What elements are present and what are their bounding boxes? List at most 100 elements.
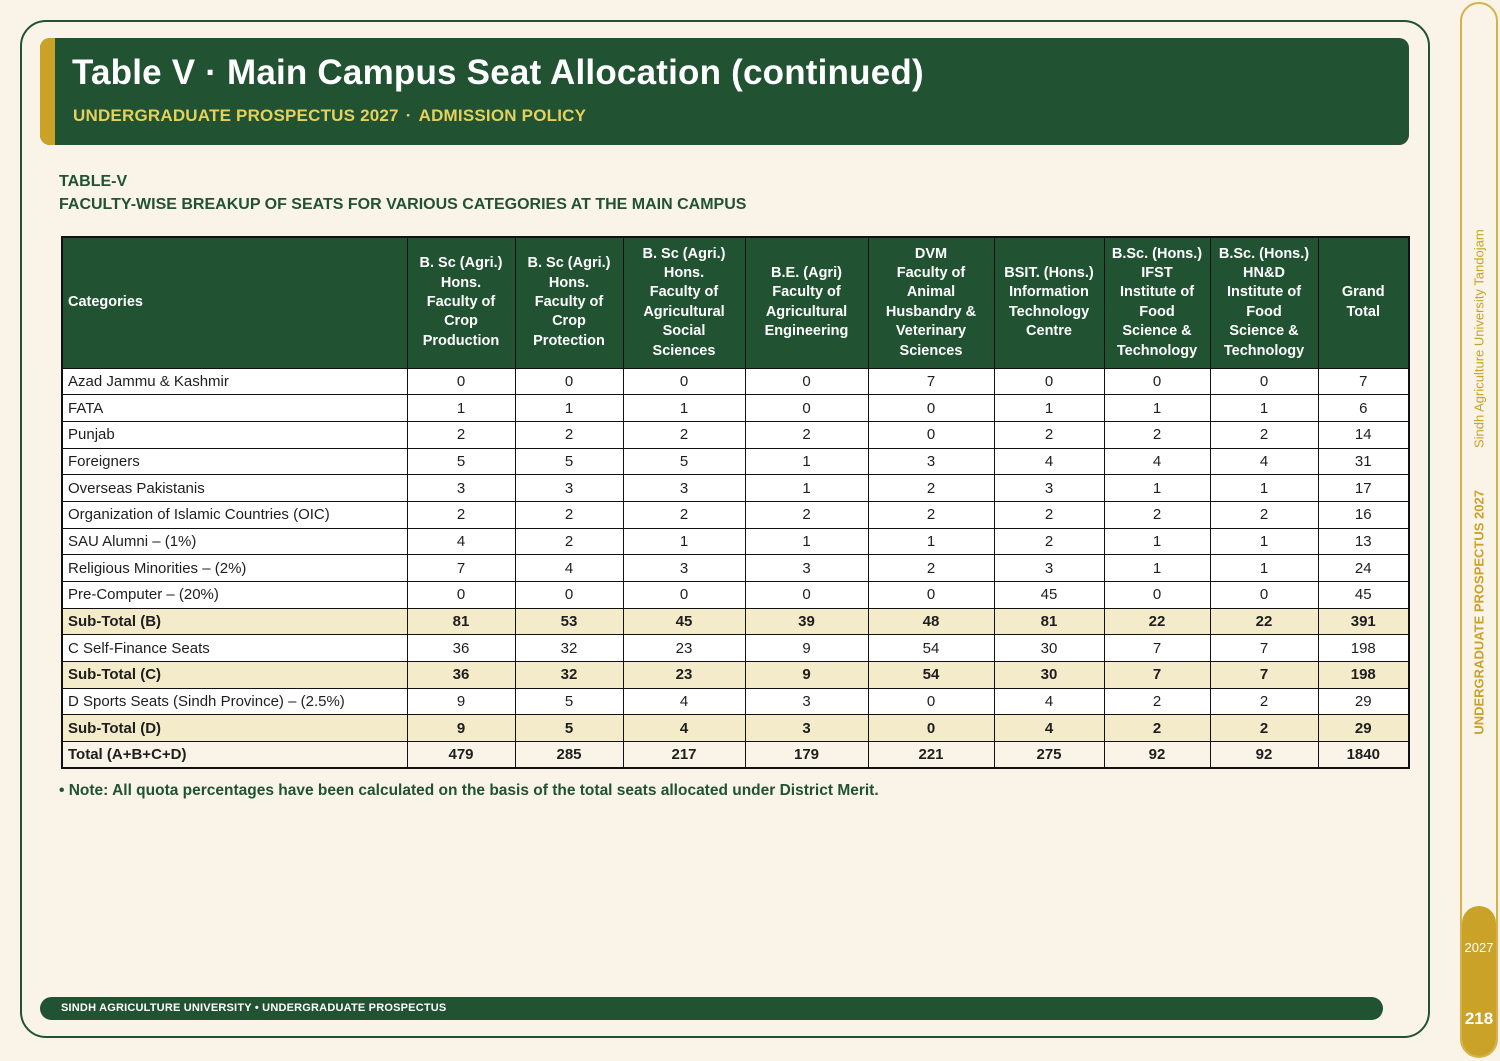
value-cell: 2	[1209, 500, 1319, 529]
value-cell: 9	[744, 661, 869, 689]
page-title: Table V · Main Campus Seat Allocation (c…	[72, 53, 924, 92]
value-cell: 29	[1317, 714, 1410, 743]
column-header-line: BSIT. (Hons.)	[1004, 264, 1094, 281]
value-cell: 2	[993, 527, 1105, 556]
value-cell: 2	[622, 500, 746, 529]
value-cell: 2	[867, 554, 995, 582]
subtotal-row: Sub-Total (C) 36 32 23 9 54 30 7 7 198	[61, 661, 1410, 689]
value-cell: 4	[993, 687, 1105, 716]
value-cell: 0	[406, 367, 516, 396]
value-cell: 5	[406, 447, 516, 476]
value-cell: 7	[1317, 367, 1410, 396]
column-header-line: Food	[1246, 303, 1282, 320]
subtitle-separator: ·	[405, 106, 412, 125]
value-cell: 1840	[1317, 741, 1410, 769]
value-cell: 5	[514, 447, 624, 476]
value-cell: 31	[1317, 447, 1410, 476]
value-cell: 179	[744, 741, 869, 769]
value-cell: 24	[1317, 554, 1410, 582]
category-cell: Sub-Total (C)	[61, 661, 408, 689]
value-cell: 1	[744, 474, 869, 502]
value-cell: 5	[622, 447, 746, 476]
table-row: Azad Jammu & Kashmir 0 0 0 0 7 0 0 0 7	[61, 367, 1410, 396]
column-header-line: Faculty of	[649, 284, 719, 301]
column-header-line: Technology	[1223, 342, 1305, 359]
column-header-line: Crop	[552, 313, 586, 330]
value-cell: 4	[406, 527, 516, 556]
value-cell: 9	[406, 714, 516, 743]
value-cell: 1	[1103, 554, 1211, 582]
value-cell: 45	[1317, 581, 1410, 609]
column-header-line: Categories	[68, 294, 143, 311]
column-header-line: Food	[1139, 303, 1175, 320]
value-cell: 54	[867, 661, 995, 689]
column-header-line: Hons.	[663, 264, 705, 281]
value-cell: 14	[1317, 420, 1410, 449]
column-header-line: Crop	[444, 313, 478, 330]
value-cell: 2	[514, 500, 624, 529]
column-header-line: Institute of	[1119, 284, 1195, 301]
value-cell: 0	[993, 367, 1105, 396]
value-cell: 22	[1209, 607, 1319, 636]
value-cell: 4	[514, 554, 624, 582]
value-cell: 4	[1103, 447, 1211, 476]
value-cell: 0	[1209, 581, 1319, 609]
subtotal-row: Sub-Total (B) 81 53 45 39 48 81 22 22 391	[61, 607, 1410, 636]
value-cell: 2	[993, 420, 1105, 449]
value-cell: 36	[406, 661, 516, 689]
value-cell: 92	[1103, 741, 1211, 769]
column-header-line: HN&D	[1243, 264, 1285, 281]
value-cell: 0	[1103, 367, 1211, 396]
column-header-line: IFST	[1141, 264, 1173, 281]
value-cell: 7	[1103, 661, 1211, 689]
value-cell: 0	[744, 394, 869, 422]
value-cell: 30	[993, 634, 1105, 663]
value-cell: 4	[622, 714, 746, 743]
value-cell: 5	[514, 687, 624, 716]
value-cell: 0	[867, 714, 995, 743]
value-cell: 48	[867, 607, 995, 636]
table-number: TABLE-V	[59, 173, 128, 190]
total-row: Total (A+B+C+D) 479 285 217 179 221 275 92 92 184…	[61, 741, 1410, 769]
table-row: FATA 1 1 1 0 0 1 1 1 6	[61, 394, 1410, 422]
table-row: Pre-Computer – (20%) 0 0 0 0 0 45 0 0 45	[61, 581, 1410, 609]
column-header-line: Grand	[1341, 284, 1385, 301]
value-cell: 3	[622, 474, 746, 502]
value-cell: 1	[1103, 394, 1211, 422]
banner-accent-stripe	[40, 38, 55, 145]
category-cell: Pre-Computer – (20%)	[61, 581, 408, 609]
table-caption: TABLE-V FACULTY-WISE BREAKUP OF SEATS FO…	[59, 170, 746, 216]
table-row: C Self-Finance Seats 36 32 23 9 54 30 7 7 198	[61, 634, 1410, 663]
footer-separator: •	[254, 1002, 259, 1014]
value-cell: 2	[1103, 687, 1211, 716]
value-cell: 1	[622, 394, 746, 422]
value-cell: 16	[1317, 500, 1410, 529]
value-cell: 6	[1317, 394, 1410, 422]
column-header-line: Protection	[533, 332, 605, 349]
value-cell: 3	[622, 554, 746, 582]
value-cell: 4	[1209, 447, 1319, 476]
seat-allocation-table: Categories B. Sc (Agri.) Hons. Faculty of Cr…	[61, 236, 1410, 770]
column-header-line: Science &	[1229, 323, 1299, 340]
value-cell: 2	[744, 500, 869, 529]
page-number: 218	[1464, 1009, 1494, 1028]
value-cell: 9	[406, 687, 516, 716]
column-header-line: Sciences	[899, 342, 963, 359]
column-header: B. Sc (Agri.) Hons. Faculty of Agricultural…	[622, 236, 746, 369]
value-cell: 45	[622, 607, 746, 636]
value-cell: 3	[867, 447, 995, 476]
value-cell: 1	[744, 447, 869, 476]
side-university-label: Sindh Agriculture University Tandojam	[1471, 229, 1487, 449]
column-header-line: Hons.	[548, 274, 590, 291]
value-cell: 23	[622, 661, 746, 689]
value-cell: 9	[744, 634, 869, 663]
footer-university: SINDH AGRICULTURE UNIVERSITY	[61, 1002, 252, 1014]
column-header-line: Engineering	[764, 323, 849, 340]
category-cell: D Sports Seats (Sindh Province) – (2.5%)	[61, 687, 408, 716]
value-cell: 1	[744, 527, 869, 556]
value-cell: 3	[514, 474, 624, 502]
value-cell: 2	[1103, 500, 1211, 529]
value-cell: 2	[622, 420, 746, 449]
value-cell: 1	[867, 527, 995, 556]
category-cell: Punjab	[61, 420, 408, 449]
